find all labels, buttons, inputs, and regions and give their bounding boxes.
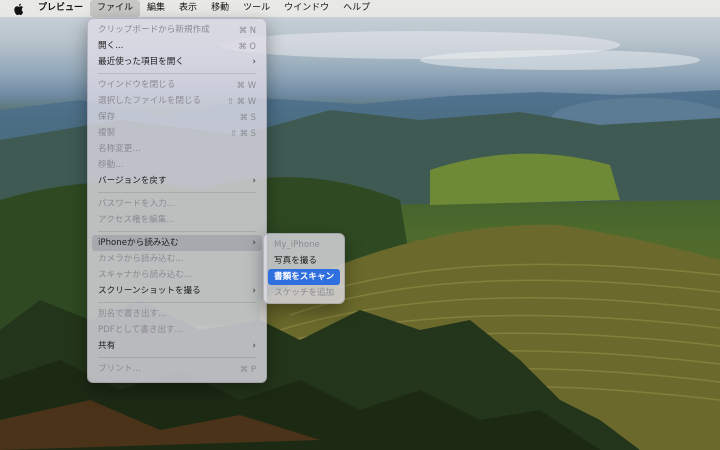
menubar-view[interactable]: 表示 [172,0,204,17]
file-menu-item-1-3[interactable]: 複製 ⇧ ⌘ S [92,125,262,141]
menu-item-label: スクリーンショットを撮る [98,286,201,296]
menubar-help[interactable]: ヘルプ [336,0,377,17]
menu-item-label: アクセス権を編集... [98,215,175,225]
menubar-edit[interactable]: 編集 [140,0,172,17]
chevron-right-icon: › [252,286,256,296]
chevron-right-icon: › [252,341,256,351]
menu-item-shortcut: ⇧ ⌘ S [229,128,256,138]
menu-item-label: スキャナから読み込む... [98,270,193,280]
menu-item-label: 最近使った項目を開く [98,57,184,67]
file-menu-item-2-0[interactable]: パスワードを入力... [92,196,262,212]
menu-item-label: 別名で書き出す... [98,309,167,319]
menu-separator [98,302,256,303]
chevron-right-icon: › [252,238,256,248]
file-menu-item-1-4[interactable]: 名称変更... [92,141,262,157]
menubar-window[interactable]: ウインドウ [277,0,336,17]
menu-item-shortcut: ⌘ S [239,112,256,122]
menu-item-label: パスワードを入力... [98,199,175,209]
menu-item-label: iPhoneから読み込む [98,238,179,248]
file-menu-item-1-2[interactable]: 保存 ⌘ S [92,109,262,125]
menu-item-label: 選択したファイルを閉じる [98,96,202,106]
iphone-submenu-item-2[interactable]: 書類をスキャン [268,269,340,285]
iphone-import-submenu: My_iPhone 写真を撮る書類をスキャン スケッチを追加 [263,233,345,304]
file-menu-item-2-1[interactable]: アクセス権を編集... [92,212,262,228]
menubar-go[interactable]: 移動 [204,0,236,17]
menu-item-label: 保存 [98,112,116,122]
chevron-right-icon: › [252,176,256,186]
menu-separator [98,192,256,193]
file-menu-item-3-0[interactable]: iPhoneから読み込む › [92,235,262,251]
file-menu-item-3-2[interactable]: スキャナから読み込む... [92,267,262,283]
menubar-tools[interactable]: ツール [236,0,277,17]
menu-item-label: 名称変更... [98,144,141,154]
file-menu-item-1-1[interactable]: 選択したファイルを閉じる ⇧ ⌘ W [92,93,262,109]
menubar-file[interactable]: ファイル [90,0,141,17]
file-menu-item-0-0[interactable]: クリップボードから新規作成 ⌘ N [92,22,262,38]
file-menu-item-3-3[interactable]: スクリーンショットを撮る › [92,283,262,299]
menu-item-label: 開く... [98,41,124,51]
menu-item-label: 共有 [98,341,116,351]
menubar-app-name[interactable]: プレビュー [38,0,90,17]
file-menu-item-4-2[interactable]: 共有 › [92,338,262,354]
menu-item-shortcut: ⌘ W [236,80,256,90]
file-menu-item-1-6[interactable]: バージョンを戻す › [92,173,262,189]
file-menu-item-1-0[interactable]: ウインドウを閉じる ⌘ W [92,77,262,93]
iphone-submenu-item-0[interactable]: My_iPhone [268,237,340,253]
file-menu-item-4-1[interactable]: PDFとして書き出す... [92,322,262,338]
menu-item-label: クリップボードから新規作成 [98,25,210,35]
menu-item-shortcut: ⇧ ⌘ W [227,96,256,106]
file-menu-item-0-2[interactable]: 最近使った項目を開く › [92,54,262,70]
menu-separator [98,231,256,232]
file-menu-item-0-1[interactable]: 開く... ⌘ O [92,38,262,54]
apple-logo-icon [14,3,24,15]
file-menu-item-1-5[interactable]: 移動... [92,157,262,173]
menu-item-label: バージョンを戻す [98,176,167,186]
file-menu-item-4-0[interactable]: 別名で書き出す... [92,306,262,322]
file-menu-item-3-1[interactable]: カメラから読み込む... [92,251,262,267]
file-menu: クリップボードから新規作成 ⌘ N 開く... ⌘ O 最近使った項目を開く › ウインドウ… [87,18,267,383]
menu-item-shortcut: ⌘ P [239,364,256,374]
menu-item-label: 書類をスキャン [274,272,335,282]
menu-item-label: 写真を撮る [274,256,317,266]
iphone-submenu-item-3[interactable]: スケッチを追加 [268,285,340,301]
file-menu-item-5-0[interactable]: プリント... ⌘ P [92,361,262,377]
menu-separator [98,73,256,74]
menu-item-label: My_iPhone [274,240,320,250]
menu-item-shortcut: ⌘ O [238,41,256,51]
menu-item-label: PDFとして書き出す... [98,325,183,335]
chevron-right-icon: › [252,57,256,67]
menu-separator [98,357,256,358]
menu-item-label: 移動... [98,160,124,170]
menu-item-label: ウインドウを閉じる [98,80,176,90]
menu-item-shortcut: ⌘ N [238,25,256,35]
menu-item-label: 複製 [98,128,116,138]
menu-item-label: カメラから読み込む... [98,254,184,264]
iphone-submenu-item-1[interactable]: 写真を撮る [268,253,340,269]
menu-bar: プレビュー ファイル 編集 表示 移動 ツール ウインドウ ヘルプ [0,0,720,17]
menu-item-label: スケッチを追加 [274,288,335,298]
apple-menu[interactable] [0,0,38,17]
menu-item-label: プリント... [98,364,141,374]
